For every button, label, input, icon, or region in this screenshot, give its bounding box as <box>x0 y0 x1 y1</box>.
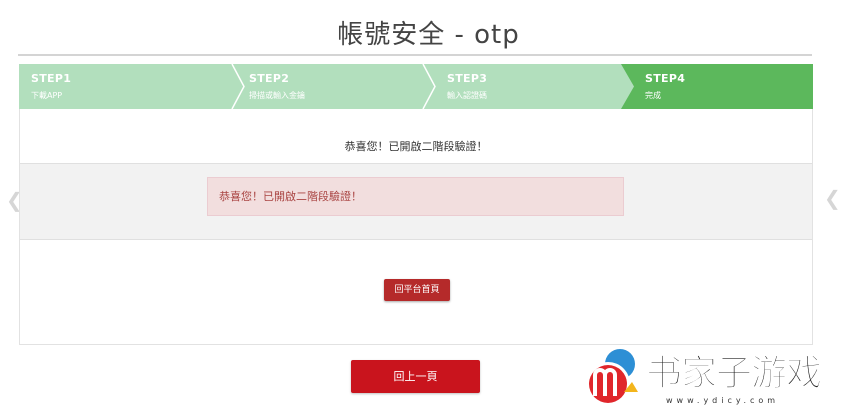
carousel-next-icon[interactable]: ❮ <box>824 186 841 210</box>
step-4: STEP4 完成 <box>633 64 813 109</box>
page-title: 帳號安全 - otp <box>337 20 520 50</box>
step-4-label: 完成 <box>645 91 661 100</box>
step-1-number: STEP1 <box>31 72 72 85</box>
alert-section: 恭喜您！已開啟二階段驗證！ <box>20 163 812 240</box>
step-separator-2 <box>422 64 436 109</box>
step-4-number: STEP4 <box>645 72 686 85</box>
watermark-text: 书家子游戏 <box>645 353 822 395</box>
step-3-number: STEP3 <box>447 72 488 85</box>
platform-home-button[interactable]: 回平台首頁 <box>384 279 450 301</box>
watermark-url: www.ydicy.com <box>666 396 780 405</box>
step-progress-bar: STEP1 下載APP STEP2 掃描或輸入金鑰 STEP3 輸入認證碼 ST… <box>19 64 813 109</box>
step-3: STEP3 輸入認證碼 <box>435 64 619 109</box>
content-panel: 恭喜您！已開啟二階段驗證！ 恭喜您！已開啟二階段驗證！ 回平台首頁 <box>19 109 813 345</box>
step-2-number: STEP2 <box>249 72 290 85</box>
step-2: STEP2 掃描或輸入金鑰 <box>237 64 432 109</box>
success-message: 恭喜您！已開啟二階段驗證！ <box>344 140 488 153</box>
step-3-label: 輸入認證碼 <box>447 91 487 100</box>
success-alert: 恭喜您！已開啟二階段驗證！ <box>207 177 624 216</box>
step-1-label: 下載APP <box>31 91 63 100</box>
watermark-logo-icon <box>586 349 638 406</box>
site-watermark: 书家子游戏 www.ydicy.com <box>580 340 850 410</box>
back-button[interactable]: 回上一頁 <box>351 360 480 393</box>
step-2-label: 掃描或輸入金鑰 <box>249 91 305 100</box>
step-1: STEP1 下載APP <box>19 64 231 109</box>
title-divider <box>18 54 812 56</box>
